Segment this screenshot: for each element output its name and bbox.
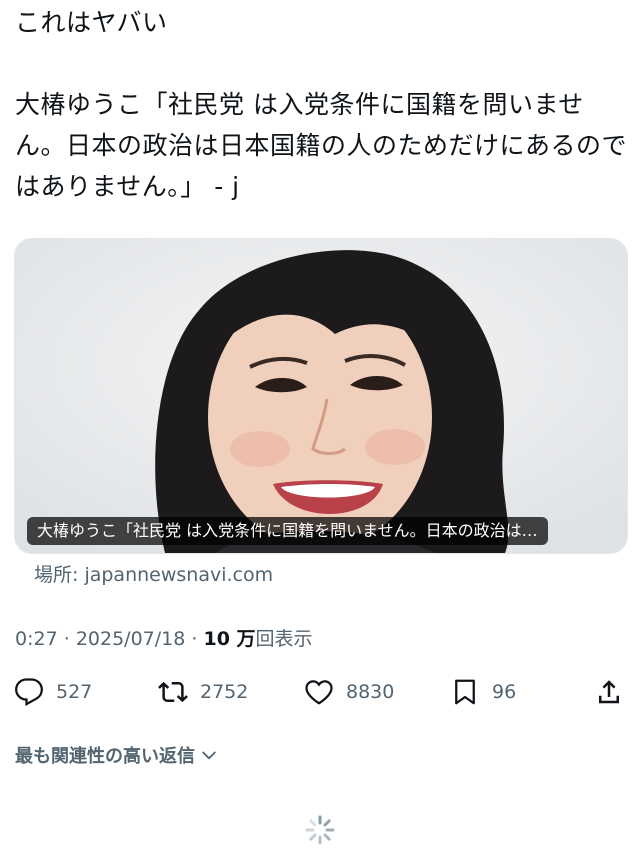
replies-sort-toggle[interactable]: 最も関連性の高い返信 — [15, 742, 219, 768]
like-count: 8830 — [346, 681, 395, 703]
share-icon — [599, 680, 619, 704]
meta-separator: · — [191, 628, 198, 650]
bookmark-count: 96 — [492, 681, 517, 703]
tweet-text-line1: これはヤバい — [15, 8, 168, 37]
tweet-meta: 0:27 · 2025/07/18 · 10 万回表示 — [15, 624, 313, 651]
retweet-icon — [158, 681, 188, 703]
reply-button[interactable]: 527 — [14, 672, 92, 712]
share-button[interactable] — [594, 672, 624, 712]
card-source[interactable]: 場所: japannewsnavi.com — [34, 560, 273, 587]
like-icon — [305, 680, 333, 705]
tweet-text-body: 大椿ゆうこ「社民党 は入党条件に国籍を問いません。日本の政治は日本国籍の人のため… — [15, 90, 628, 201]
views-count: 10 万 — [203, 628, 256, 650]
bookmark-button[interactable]: 96 — [450, 672, 516, 712]
card-photo — [15, 239, 627, 553]
meta-separator: · — [63, 628, 70, 650]
tweet-text: これはヤバい 大椿ゆうこ「社民党 は入党条件に国籍を問いません。日本の政治は日本… — [15, 2, 627, 207]
tweet-date[interactable]: 2025/07/18 — [76, 628, 186, 650]
reply-icon — [15, 678, 43, 707]
views-label: 回表示 — [255, 628, 313, 650]
action-bar: 527 2752 8830 96 — [0, 672, 640, 712]
reply-count: 527 — [56, 681, 93, 703]
retweet-count: 2752 — [200, 681, 249, 703]
bookmark-icon — [455, 679, 475, 705]
loading-spinner-icon — [305, 815, 335, 845]
like-button[interactable]: 8830 — [304, 672, 394, 712]
card-caption: 大椿ゆうこ「社民党 は入党条件に国籍を問いません。日本の政治は… — [27, 517, 548, 545]
retweet-button[interactable]: 2752 — [158, 672, 248, 712]
link-card[interactable]: 大椿ゆうこ「社民党 は入党条件に国籍を問いません。日本の政治は… — [14, 238, 628, 554]
replies-sort-label: 最も関連性の高い返信 — [15, 746, 195, 767]
chevron-down-icon — [202, 751, 216, 760]
tweet-time[interactable]: 0:27 — [15, 628, 58, 650]
